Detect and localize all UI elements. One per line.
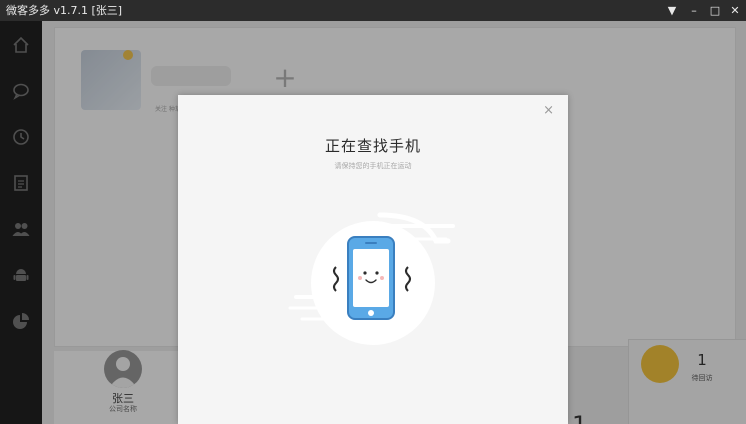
maximize-button[interactable]: □ <box>705 0 725 21</box>
title-bar: 微客多多 v1.7.1 [张三] ▼ – □ ✕ <box>0 0 746 21</box>
dialog-close-button[interactable]: × <box>543 103 554 118</box>
find-phone-dialog: × 正在查找手机 请保持您的手机正在运动 <box>178 95 568 424</box>
window-title: 微客多多 v1.7.1 [张三] <box>6 4 123 17</box>
minimize-button[interactable]: – <box>684 0 704 21</box>
phone-searching-icon <box>288 212 455 345</box>
menu-dropdown-button[interactable]: ▼ <box>662 0 682 21</box>
app-window: 微客多多 v1.7.1 [张三] ▼ – □ ✕ 关注 种草 + 张三 公司名称… <box>0 0 746 424</box>
dialog-subtitle: 请保持您的手机正在运动 <box>334 162 412 170</box>
close-window-button[interactable]: ✕ <box>725 0 745 21</box>
dialog-title: 正在查找手机 <box>324 137 421 155</box>
